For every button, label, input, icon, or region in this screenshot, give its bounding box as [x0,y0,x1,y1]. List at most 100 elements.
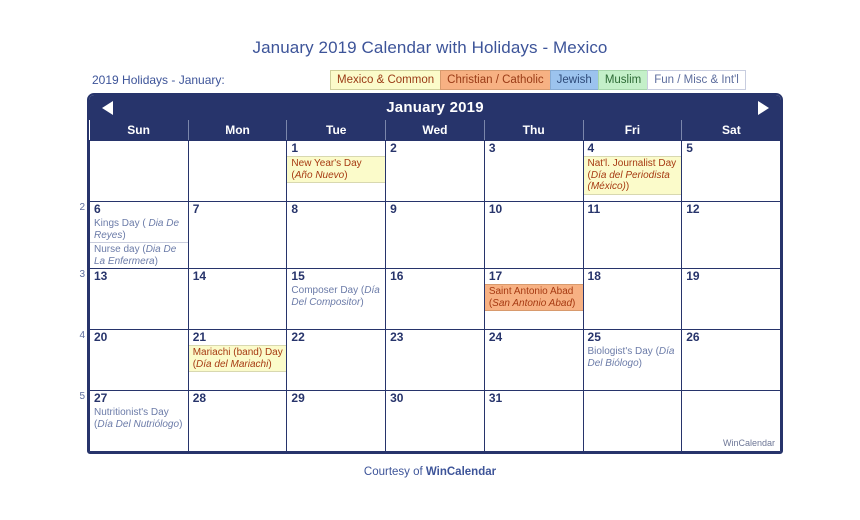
legend-chip-jewish[interactable]: Jewish [549,70,599,90]
day-number: 15 [291,269,305,283]
legend-chip-mexico-common[interactable]: Mexico & Common [330,70,442,90]
holiday-event[interactable]: Nutritionist's Day (Día Del Nutriólogo) [90,406,187,431]
footer-brand[interactable]: WinCalendar [426,466,496,478]
calendar-day-cell[interactable]: 22 [286,329,387,391]
calendar-day-cell[interactable]: 20 [89,329,189,391]
week-number: 2 [79,202,85,213]
calendar-week-row: 27 Nutritionist's Day (Día Del Nutriólogo… [89,390,781,452]
calendar-day-cell[interactable]: 28 [187,390,288,452]
weekday-header-fri: Fri [582,120,682,141]
calendar-day-cell[interactable]: 2 [385,140,485,202]
chevron-right-icon [757,100,769,115]
event-list: Biologist's Day (Día Del Biólogo) [584,345,681,370]
footer-text: Courtesy of [363,466,426,478]
calendar-day-cell[interactable]: 29 [286,390,387,452]
calendar-day-cell[interactable]: 7 [187,201,288,269]
calendar-day-cell[interactable]: 9 [385,201,485,269]
calendar-grid: Sun Mon Tue Wed Thu Fri Sat 1 New Year's … [89,120,781,452]
calendar-day-cell[interactable]: 16 [385,268,485,330]
weekday-header-sat: Sat [681,120,781,141]
day-number: 5 [686,141,693,155]
calendar-day-cell[interactable]: 13 [89,268,189,330]
footer: Courtesy of WinCalendar [0,466,860,478]
holiday-event[interactable]: Nurse day (Dia De La Enfermera) [90,242,188,268]
calendar-day-cell[interactable]: 19 [681,268,781,330]
calendar-day-cell[interactable]: 18 [582,268,683,330]
day-number: 21 [192,330,207,344]
previous-month-button[interactable] [99,100,115,116]
day-number: 26 [686,330,700,344]
legend-chip-fun-misc-intl[interactable]: Fun / Misc & Int'l [647,70,746,90]
holiday-event[interactable]: Kings Day ( Dia De Reyes) [90,217,187,242]
calendar-day-cell[interactable]: 14 [187,268,288,330]
calendar-day-cell[interactable]: 31 [483,390,584,452]
calendar-day-cell[interactable]: 1 New Year's Day (Año Nuevo) [286,140,387,202]
weekday-header-mon: Mon [187,120,287,141]
calendar-day-cell[interactable]: 11 [582,201,683,269]
chevron-left-icon [101,100,113,115]
holiday-event[interactable]: Nat'l. Journalist Day (Día del Periodist… [584,156,681,195]
calendar-day-cell[interactable]: 5 [681,140,781,202]
day-number: 6 [94,202,101,216]
weekday-header-tue: Tue [286,120,386,141]
calendar-day-cell[interactable]: 30 [385,390,485,452]
event-list: Composer Day (Día Del Compositor) [288,284,385,309]
calendar-day-cell[interactable]: 15 Composer Day (Día Del Compositor) [286,268,387,330]
day-number: 14 [192,269,207,283]
calendar-week-row: 20 21 Mariachi (band) Day (Día del Mariach… [89,329,781,391]
holiday-event[interactable]: New Year's Day (Año Nuevo) [287,156,385,183]
day-number: 10 [488,202,503,216]
calendar-day-cell[interactable]: 21 Mariachi (band) Day (Día del Mariachi) [187,329,288,391]
day-number: 25 [587,330,601,344]
day-number: 30 [390,391,404,405]
day-number: 7 [192,202,200,216]
legend: 2019 Holidays - January: Mexico & Common… [0,70,860,92]
calendar-day-cell[interactable]: 12 [681,201,781,269]
holiday-event[interactable]: Biologist's Day (Día Del Biólogo) [584,345,681,370]
day-number: 1 [291,141,299,155]
calendar-day-cell[interactable]: 25 Biologist's Day (Día Del Biólogo) [582,329,683,391]
legend-chip-christian-catholic[interactable]: Christian / Catholic [440,70,551,90]
holiday-event[interactable]: Saint Antonio Abad (San Antonio Abad) [485,284,583,311]
week-number: 5 [79,391,85,402]
day-number: 27 [94,391,108,405]
day-number: 8 [291,202,299,216]
calendar: January 2019 Sun Mon Tue Wed Thu Fri Sat… [87,93,783,454]
watermark: WinCalendar [722,438,775,448]
next-month-button[interactable] [755,100,771,116]
calendar-day-cell[interactable]: 4 Nat'l. Journalist Day (Día del Periodis… [582,140,683,202]
calendar-day-cell[interactable]: 3 [483,140,584,202]
holiday-event[interactable]: Composer Day (Día Del Compositor) [288,284,385,309]
day-number: 4 [587,141,595,155]
day-number: 2 [390,141,397,155]
legend-label: 2019 Holidays - January: [92,73,225,87]
holiday-event[interactable]: Mariachi (band) Day (Día del Mariachi) [189,345,286,372]
month-title: January 2019 [386,99,484,116]
day-number: 28 [192,391,207,405]
calendar-day-cell[interactable]: 17 Saint Antonio Abad (San Antonio Abad) [483,268,584,330]
event-list: Kings Day ( Dia De Reyes) Nurse day (Dia … [90,217,188,268]
weekday-header-wed: Wed [385,120,485,141]
day-number: 23 [390,330,404,344]
calendar-day-cell[interactable]: 26 [681,329,781,391]
day-number: 29 [291,391,305,405]
day-number: 11 [587,202,601,216]
calendar-day-cell[interactable]: 10 [483,201,584,269]
event-list: Mariachi (band) Day (Día del Mariachi) [189,345,286,372]
calendar-day-cell[interactable]: 24 [483,329,584,391]
event-list: Nat'l. Journalist Day (Día del Periodist… [584,156,681,195]
calendar-cell-empty [89,140,189,202]
page-title: January 2019 Calendar with Holidays - Me… [252,38,608,57]
calendar-header: January 2019 [89,95,781,120]
calendar-day-cell[interactable]: 8 [286,201,387,269]
calendar-body: 1 New Year's Day (Año Nuevo) 2 3 4 Nat'l. Jou… [89,140,781,452]
calendar-day-cell[interactable]: 27 Nutritionist's Day (Día Del Nutriólogo… [89,390,189,452]
day-number: 17 [488,269,503,283]
legend-chip-muslim[interactable]: Muslim [597,70,649,90]
day-number: 9 [390,202,397,216]
calendar-day-cell[interactable]: 6 Kings Day ( Dia De Reyes) Nurse day (Dia… [89,201,189,269]
calendar-day-cell[interactable]: 23 [385,329,485,391]
calendar-week-row: 13 14 15 Composer Day (Día Del Compositor) 1… [89,268,781,330]
week-number: 4 [79,330,85,341]
day-number: 22 [291,330,305,344]
